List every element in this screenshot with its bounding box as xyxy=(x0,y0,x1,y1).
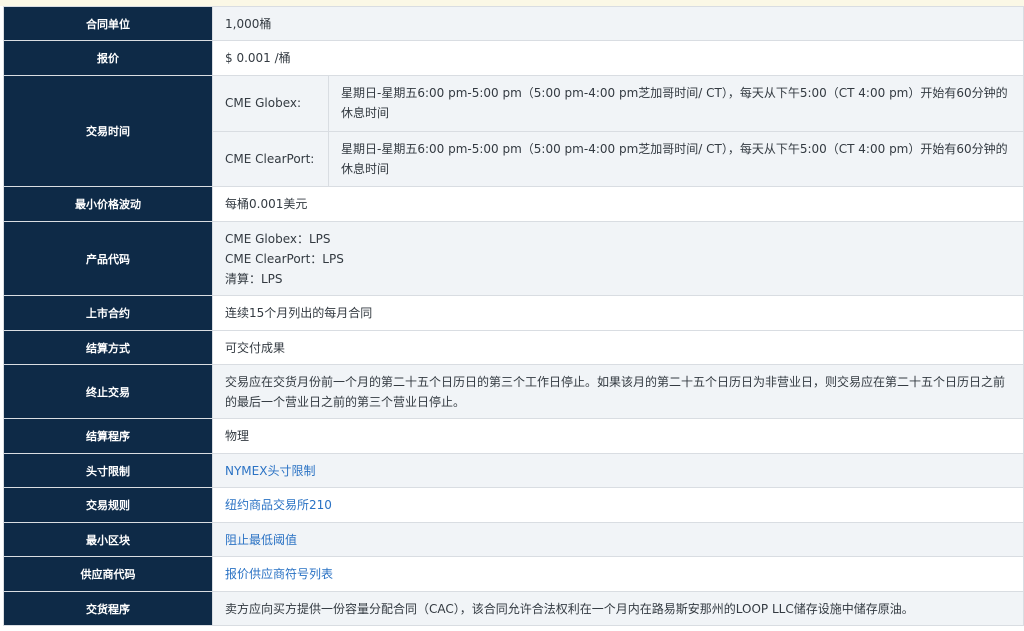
table-row: 结算程序 物理 xyxy=(3,418,1024,454)
row-value: 阻止最低阈值 xyxy=(212,522,1024,557)
trading-hours-cell: CME Globex: 星期日-星期五6:00 pm-5:00 pm（5:00 … xyxy=(212,75,1024,187)
row-label: 终止交易 xyxy=(3,364,213,419)
row-value: 交易应在交货月份前一个月的第二十五个日历日的第三个工作日停止。如果该月的第二十五… xyxy=(212,364,1024,419)
row-label: 产品代码 xyxy=(3,221,213,296)
table-row: 最小区块 阻止最低阈值 xyxy=(3,522,1024,557)
table-row: 终止交易 交易应在交货月份前一个月的第二十五个日历日的第三个工作日停止。如果该月… xyxy=(3,364,1024,419)
row-label: 交货程序 xyxy=(3,591,213,626)
row-label: 交易时间 xyxy=(3,75,213,187)
row-value: $ 0.001 /桶 xyxy=(212,40,1024,76)
table-row: 头寸限制 NYMEX头寸限制 xyxy=(3,453,1024,488)
row-label: 结算方式 xyxy=(3,330,213,365)
row-value: 纽约商品交易所210 xyxy=(212,487,1024,523)
clearport-code: CME ClearPort：LPS xyxy=(225,251,344,266)
table-row: 合同单位 1,000桶 xyxy=(3,6,1024,41)
row-value: 1,000桶 xyxy=(212,6,1024,41)
trading-hours-subtable: CME Globex: 星期日-星期五6:00 pm-5:00 pm（5:00 … xyxy=(213,76,1023,186)
row-label: 报价 xyxy=(3,40,213,76)
row-value: 连续15个月列出的每月合同 xyxy=(212,295,1024,331)
table-row: 交货程序 卖方应向买方提供一份容量分配合同（CAC），该合同允许合法权利在一个月… xyxy=(3,591,1024,626)
table-row: 交易规则 纽约商品交易所210 xyxy=(3,487,1024,523)
row-label: 最小价格波动 xyxy=(3,186,213,222)
row-value: 可交付成果 xyxy=(212,330,1024,365)
contract-specs-table: 合同单位 1,000桶 报价 $ 0.001 /桶 交易时间 CME Globe… xyxy=(3,6,1024,626)
table-row: 交易时间 CME Globex: 星期日-星期五6:00 pm-5:00 pm（… xyxy=(3,75,1024,187)
row-label: 头寸限制 xyxy=(3,453,213,488)
globex-code: CME Globex：LPS xyxy=(225,231,331,246)
row-label: 供应商代码 xyxy=(3,556,213,592)
table-row: 上市合约 连续15个月列出的每月合同 xyxy=(3,295,1024,331)
rulebook-link[interactable]: 纽约商品交易所210 xyxy=(225,498,332,512)
table-row: 结算方式 可交付成果 xyxy=(3,330,1024,365)
row-value: NYMEX头寸限制 xyxy=(212,453,1024,488)
globex-label: CME Globex: xyxy=(213,76,329,131)
clearport-label: CME ClearPort: xyxy=(213,131,329,186)
row-label: 合同单位 xyxy=(3,6,213,41)
table-row: 报价 $ 0.001 /桶 xyxy=(3,40,1024,76)
row-value: 报价供应商符号列表 xyxy=(212,556,1024,592)
row-label: 结算程序 xyxy=(3,418,213,454)
row-value: 每桶0.001美元 xyxy=(212,186,1024,222)
block-minimum-link[interactable]: 阻止最低阈值 xyxy=(225,533,297,547)
clearport-hours: 星期日-星期五6:00 pm-5:00 pm（5:00 pm-4:00 pm芝加… xyxy=(341,141,1008,176)
row-label: 上市合约 xyxy=(3,295,213,331)
row-label: 交易规则 xyxy=(3,487,213,523)
table-row: 产品代码 CME Globex：LPS CME ClearPort：LPS 清算… xyxy=(3,221,1024,296)
vendor-codes-link[interactable]: 报价供应商符号列表 xyxy=(225,567,333,581)
subtable-row: CME Globex: 星期日-星期五6:00 pm-5:00 pm（5:00 … xyxy=(213,76,1023,131)
table-row: 供应商代码 报价供应商符号列表 xyxy=(3,556,1024,592)
product-code-cell: CME Globex：LPS CME ClearPort：LPS 清算：LPS xyxy=(212,221,1024,296)
row-label: 最小区块 xyxy=(3,522,213,557)
position-limits-link[interactable]: NYMEX头寸限制 xyxy=(225,464,315,478)
globex-hours: 星期日-星期五6:00 pm-5:00 pm（5:00 pm-4:00 pm芝加… xyxy=(341,86,1008,121)
clearing-code: 清算：LPS xyxy=(225,271,283,286)
subtable-row: CME ClearPort: 星期日-星期五6:00 pm-5:00 pm（5:… xyxy=(213,131,1023,186)
table-row: 最小价格波动 每桶0.001美元 xyxy=(3,186,1024,222)
row-value: 卖方应向买方提供一份容量分配合同（CAC），该合同允许合法权利在一个月内在路易斯… xyxy=(212,591,1024,626)
row-value: 物理 xyxy=(212,418,1024,454)
